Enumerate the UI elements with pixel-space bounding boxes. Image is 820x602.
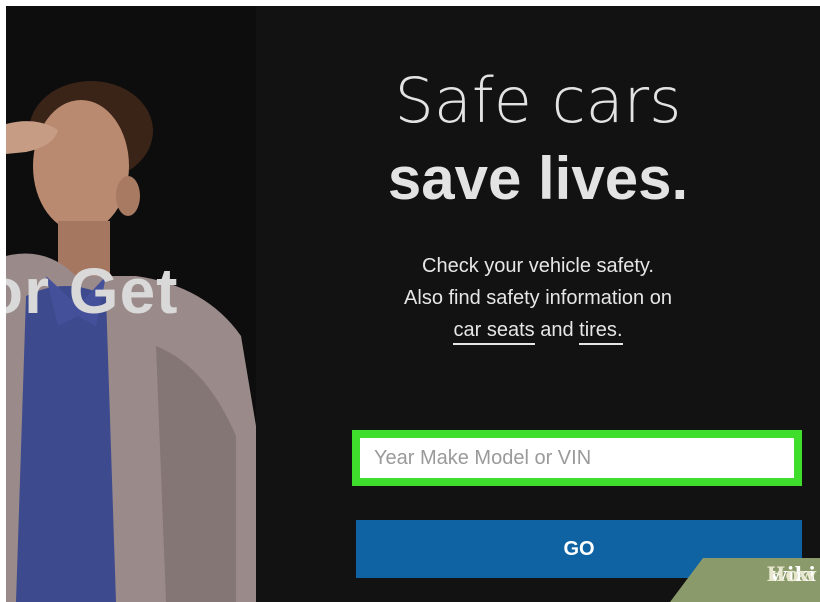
tires-link[interactable]: tires. — [579, 319, 623, 345]
hero-photo: or Get — [6, 6, 256, 602]
connector-text: and — [540, 319, 574, 341]
promo-overlay-text: or Get — [6, 255, 179, 327]
search-highlight — [352, 430, 802, 486]
headline-bold: save lives. — [387, 145, 689, 212]
screen: or Get Safe cars save lives. Check your … — [6, 6, 820, 602]
car-seats-link[interactable]: car seats — [453, 319, 535, 345]
hero-panel: Safe cars save lives. Check your vehicle… — [256, 6, 820, 602]
vehicle-search-input[interactable] — [360, 438, 794, 478]
description-line-3: car seats and tires. — [256, 314, 820, 346]
description-line-1: Check your vehicle safety. — [422, 255, 654, 277]
description-line-2: Also find safety information on — [404, 287, 672, 309]
headline-light: Safe cars — [394, 64, 682, 137]
description: Check your vehicle safety. Also find saf… — [256, 250, 820, 346]
